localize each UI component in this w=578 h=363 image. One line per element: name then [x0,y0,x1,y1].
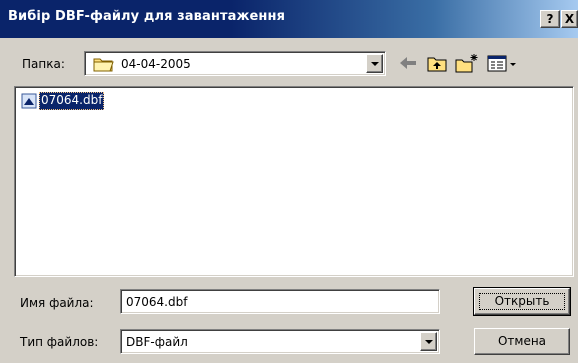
filename-input[interactable]: 07064.dbf [120,289,440,314]
open-button[interactable]: Открыть [473,287,571,316]
filetype-select[interactable]: DBF-файл [120,329,440,354]
folder-icon [93,58,114,72]
filetype-dropdown-button[interactable] [420,332,437,351]
filetype-label: Тип файлов: [20,335,99,349]
back-arrow-icon[interactable] [396,52,420,74]
filename-value: 07064.dbf [126,295,188,309]
filetype-value: DBF-файл [126,335,188,349]
file-list[interactable]: 07064.dbf [14,86,574,277]
window-title: Вибір DBF-файлу для завантаження [8,9,286,24]
help-button[interactable]: ? [540,10,560,28]
cancel-button[interactable]: Отмена [474,328,570,355]
folder-dropdown-button[interactable] [366,54,383,73]
folder-label: Папка: [22,57,65,71]
view-menu-icon[interactable] [486,52,526,74]
file-name: 07064.dbf [39,92,105,110]
folder-current: 04-04-2005 [121,57,191,71]
new-folder-icon[interactable] [454,52,480,74]
cancel-button-label: Отмена [497,334,547,348]
dbf-file-icon [21,93,37,109]
folder-select[interactable]: 04-04-2005 [84,51,386,76]
close-button[interactable]: X [561,10,578,28]
focus-rect [479,293,565,310]
up-folder-icon[interactable] [426,52,448,74]
title-bar[interactable]: Вибір DBF-файлу для завантаження ? X [0,0,578,38]
filename-label: Имя файла: [20,296,94,310]
